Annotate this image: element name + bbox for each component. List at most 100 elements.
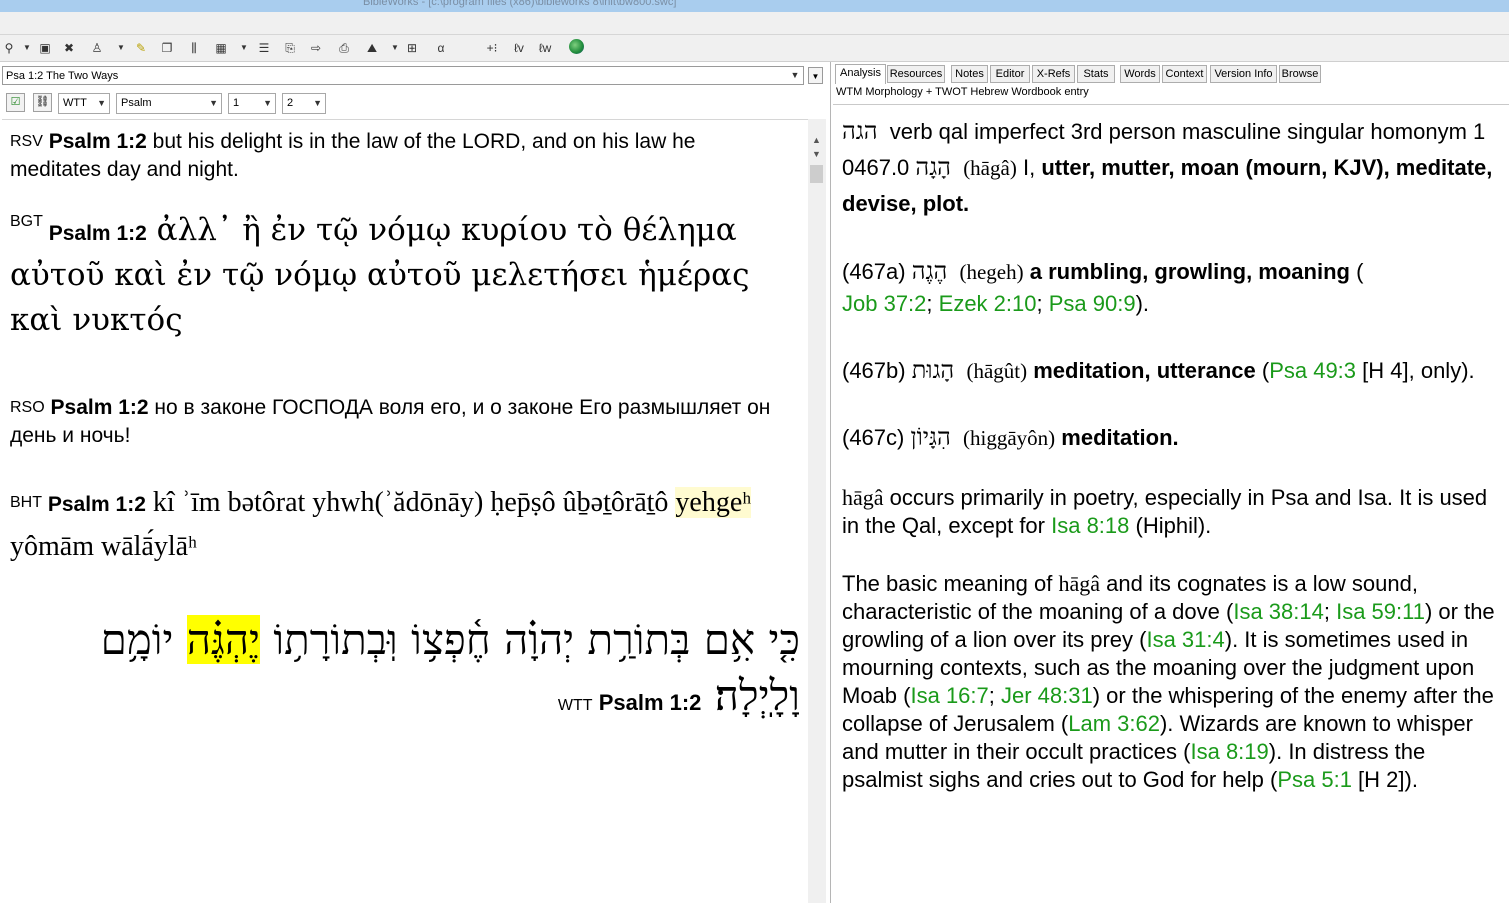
font-select[interactable]: Psalm ▼ — [116, 93, 222, 114]
search-tool-icon[interactable]: ⚲ — [2, 39, 16, 57]
briefcase-icon[interactable]: ▣ — [38, 39, 52, 57]
chapter-select-value: 1 — [233, 97, 240, 109]
version-label[interactable]: RSV — [10, 133, 43, 150]
copy-icon[interactable]: ⎘ — [283, 39, 297, 57]
verse-text[interactable]: kî ʾīm bətôrat yhwh(ʾădōnāy) ḥep̄ṣô ûḇəṯ… — [146, 487, 676, 518]
verse-bgt: BGT Psalm 1:2 ἀλλ᾽ ἢ ἐν τῷ νόμῳ κυρίου τ… — [10, 208, 800, 343]
sense-number: I, — [1022, 155, 1036, 180]
reference-combobox[interactable]: Psa 1:2 The Two Ways ▼ — [2, 66, 804, 85]
scripture-link[interactable]: Isa 16:7 — [910, 683, 988, 708]
lemma: הגה — [842, 117, 878, 145]
entry-467b: (467b) הָגוּת (hāgût) meditation, uttera… — [842, 356, 1475, 384]
verse-reference[interactable]: Psalm 1:2 — [599, 690, 702, 715]
menu-bar — [0, 12, 1509, 35]
dropdown-arrow-icon[interactable]: ▼ — [114, 39, 128, 57]
tab-context[interactable]: Context — [1162, 65, 1207, 83]
tab-analysis[interactable]: Analysis — [835, 64, 886, 84]
scripture-link[interactable]: Job 37:2 — [842, 291, 926, 316]
version-label[interactable]: RSO — [10, 399, 45, 416]
entry-number: 0467.0 — [842, 155, 910, 180]
scrollbar-thumb[interactable] — [810, 165, 823, 183]
tab-xrefs[interactable]: X-Refs — [1032, 65, 1075, 83]
scripture-link[interactable]: Isa 31:4 — [1146, 627, 1224, 652]
verse-reference[interactable]: Psalm 1:2 — [51, 396, 149, 419]
transliteration: (hegeh) — [959, 260, 1024, 284]
windows-icon[interactable]: ❐ — [160, 39, 174, 57]
tools-icon[interactable]: ✖ — [62, 39, 76, 57]
layout-icon[interactable]: ⊞ — [405, 39, 419, 57]
transliteration: (higgāyôn) — [963, 426, 1056, 450]
checkmark-icon[interactable]: ☑ — [6, 93, 25, 112]
link-icon[interactable]: ⛓ — [33, 93, 52, 112]
dropdown-arrow-icon[interactable]: ▼ — [20, 39, 34, 57]
verse-icon[interactable]: ℓv — [512, 39, 526, 57]
chapter-select[interactable]: 1 ▼ — [228, 93, 276, 114]
verse-rsv: RSV Psalm 1:2 but his delight is in the … — [10, 128, 785, 184]
scripture-link[interactable]: Isa 8:18 — [1051, 513, 1129, 538]
parallel-icon[interactable]: ⫼ — [187, 39, 201, 57]
analysis-content[interactable]: הגה verb qal imperfect 3rd person mascul… — [842, 117, 1502, 794]
version-select[interactable]: WTT ▼ — [58, 93, 110, 114]
transliteration: (hāgâ) — [963, 156, 1017, 180]
parse-text: verb qal imperfect 3rd person masculine … — [889, 119, 1486, 144]
map-icon[interactable]: ⛰ — [365, 39, 379, 57]
highlighted-word[interactable]: yehgeʰ — [675, 487, 752, 518]
scroll-up-icon[interactable]: ▲ — [812, 135, 821, 145]
scripture-link[interactable]: Isa 8:19 — [1190, 739, 1268, 764]
entry-headword: 0467.0 הָגָה (hāgâ) I, utter, mutter, mo… — [842, 150, 1502, 221]
transliteration: hāgâ — [1058, 571, 1100, 596]
dropdown-arrow-icon[interactable]: ▼ — [388, 39, 402, 57]
print-icon[interactable]: ⎙ — [337, 39, 351, 57]
gloss: a rumbling, growling, moaning — [1029, 259, 1350, 284]
vertical-scrollbar[interactable]: ▲ ▼ — [808, 119, 826, 903]
transliteration: (hāgût) — [966, 359, 1028, 383]
chevron-down-icon[interactable]: ▼ — [788, 68, 802, 83]
lexicon-icon[interactable]: α — [434, 39, 448, 57]
scripture-link[interactable]: Ezek 2:10 — [939, 291, 1037, 316]
entry-number: (467a) — [842, 259, 906, 284]
scripture-link[interactable]: Psa 49:3 — [1269, 358, 1356, 383]
list-icon[interactable]: ☰ — [257, 39, 271, 57]
scripture-link[interactable]: Lam 3:62 — [1068, 711, 1160, 736]
analysis-pane: Analysis Resources Notes Editor X-Refs S… — [833, 62, 1509, 903]
tab-browse[interactable]: Browse — [1279, 65, 1321, 83]
version-label[interactable]: WTT — [558, 697, 593, 714]
chevron-down-icon: ▼ — [263, 98, 272, 108]
scroll-down-icon[interactable]: ▼ — [812, 149, 821, 159]
verse-select[interactable]: 2 ▼ — [282, 93, 326, 114]
verse-text[interactable]: yômām wālā́ylāʰ — [10, 531, 197, 562]
paragraph-text: (Hiphil). — [1129, 513, 1212, 538]
grid-icon[interactable]: ▦ — [214, 39, 228, 57]
scripture-link[interactable]: Psa 5:1 — [1277, 767, 1352, 792]
verse-text[interactable]: כִּ֤י אִ֥ם בְּתוֹרַ֥ת יְהוָ֗ה חֶ֫פְצ֥וֹ … — [260, 615, 800, 664]
entry-number: (467b) — [842, 358, 906, 383]
highlighted-word[interactable]: יֶהְגֶּ֗ה — [186, 615, 261, 664]
scripture-link[interactable]: Psa 90:9 — [1049, 291, 1136, 316]
scripture-link[interactable]: Isa 38:14 — [1233, 599, 1324, 624]
globe-icon[interactable] — [569, 39, 584, 54]
version-label[interactable]: BHT — [10, 494, 42, 511]
browse-text-area[interactable]: RSV Psalm 1:2 but his delight is in the … — [2, 119, 808, 902]
version-select-value: WTT — [63, 97, 87, 109]
verse-reference[interactable]: Psalm 1:2 — [49, 222, 147, 245]
word-icon[interactable]: ℓw — [538, 39, 552, 57]
verse-reference[interactable]: Psalm 1:2 — [49, 130, 147, 153]
person-icon[interactable]: ♙ — [90, 39, 104, 57]
reference-options-button[interactable]: ▼ — [808, 67, 823, 84]
dropdown-arrow-icon[interactable]: ▼ — [237, 39, 251, 57]
add-icon[interactable]: +⁝ — [485, 39, 499, 57]
scripture-link[interactable]: Jer 48:31 — [1001, 683, 1093, 708]
tab-resources[interactable]: Resources — [887, 65, 945, 83]
export-icon[interactable]: ⇨ — [309, 39, 323, 57]
chevron-down-icon: ▼ — [97, 98, 106, 108]
tab-words[interactable]: Words — [1120, 65, 1160, 83]
tab-version-info[interactable]: Version Info — [1210, 65, 1277, 83]
version-label[interactable]: BGT — [10, 213, 43, 230]
tab-stats[interactable]: Stats — [1077, 65, 1115, 83]
tab-editor[interactable]: Editor — [990, 65, 1030, 83]
highlight-icon[interactable]: ✎ — [134, 39, 148, 57]
scripture-link[interactable]: Isa 59:11 — [1336, 599, 1425, 624]
verse-reference[interactable]: Psalm 1:2 — [48, 493, 146, 516]
tab-notes[interactable]: Notes — [951, 65, 988, 83]
reference-value: Psa 1:2 The Two Ways — [6, 70, 119, 82]
